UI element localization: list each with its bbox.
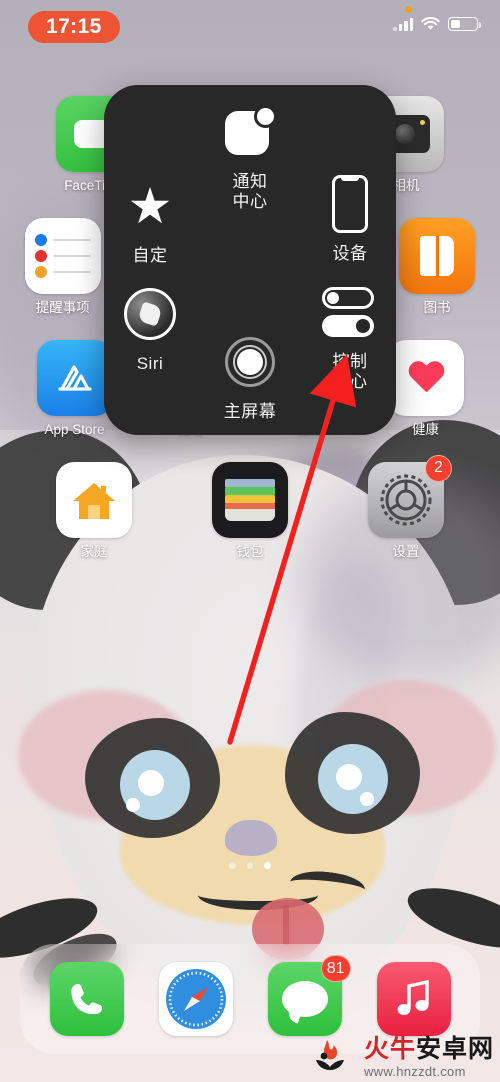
siri-icon [100,283,200,345]
at-label: 设备 [332,244,368,263]
music-icon[interactable] [376,962,451,1036]
at-label-line2: 中心 [232,192,268,212]
battery-icon [448,17,481,31]
app-label: 图书 [423,299,451,315]
page-dot[interactable] [246,862,254,869]
status-bar: 17:15 [0,0,500,56]
wallpaper-glint-right [360,792,374,806]
page-dot-active[interactable] [264,862,271,869]
at-item-notification-center[interactable]: 通知 中心 [200,101,300,212]
app-label: 设置 [392,543,420,559]
watermark: 火牛安卓网 www.hnzzdt.com [311,1036,494,1078]
settings-badge: 2 [425,454,452,482]
wallpaper-pupil-right [336,764,362,790]
at-item-custom[interactable]: ★ 自定 [100,175,200,266]
dock-app-phone[interactable] [37,962,137,1036]
orange-recording-indicator-icon [405,6,412,13]
notification-center-icon [200,101,300,163]
status-bar-right-cluster [393,17,481,31]
cellular-signal-icon [393,17,413,31]
app-label: App Store [44,421,105,437]
watermark-brand-red: 火牛 [363,1034,416,1063]
at-item-home[interactable]: 主屏幕 [200,331,300,422]
reminders-icon[interactable] [24,217,101,294]
app-label: 钱包 [236,543,264,559]
books-icon[interactable] [399,217,476,294]
wallpaper-nose [225,820,277,856]
app-label: 提醒事项 [35,299,90,315]
at-label-line1: 通知 [232,172,268,191]
at-item-device[interactable]: 设备 [300,173,400,264]
watermark-brand-black: 安卓网 [415,1034,494,1063]
safari-icon[interactable] [158,962,233,1036]
control-center-toggles-icon [300,281,400,343]
app-reminders[interactable]: 提醒事项 [16,217,110,316]
at-label-line2: 中心 [332,372,368,392]
home-row: 家庭 钱包 2 设置 [0,454,500,560]
dock-app-music[interactable] [364,962,464,1036]
wallpaper-glint-left [126,798,140,812]
assistive-touch-menu[interactable]: 通知 中心 ★ 自定 设备 Siri 主屏幕 控制 中心 [104,85,396,435]
page-indicator-dots[interactable] [0,862,500,869]
at-item-control-center[interactable]: 控制 中心 [300,281,400,392]
at-item-siri[interactable]: Siri [100,283,200,374]
status-bar-time[interactable]: 17:15 [28,11,120,43]
dock-app-messages[interactable]: 81 [255,955,355,1036]
flame-bull-logo-icon [311,1036,357,1078]
app-books[interactable]: 图书 [390,217,484,316]
app-label: 家庭 [80,543,108,559]
wallpaper-pupil-left [138,770,164,796]
app-wallet[interactable]: 钱包 [200,461,300,560]
phone-icon[interactable] [49,962,124,1036]
app-label: 健康 [412,421,439,437]
device-icon [300,173,400,235]
watermark-text: 火牛安卓网 www.hnzzdt.com [363,1034,494,1079]
wallpaper-tongue-line [283,905,289,945]
dock-app-safari[interactable] [146,962,246,1036]
app-settings[interactable]: 2 设置 [356,454,456,560]
wallet-icon[interactable] [212,461,288,538]
at-label: 主屏幕 [223,402,277,421]
app-home[interactable]: 家庭 [44,461,144,560]
wifi-icon [421,17,440,31]
star-icon: ★ [127,178,173,234]
home-button-icon [200,331,300,393]
at-label: 自定 [132,246,168,265]
watermark-url: www.hnzzdt.com [363,1063,466,1079]
page-dot[interactable] [229,862,236,869]
messages-badge: 81 [320,955,351,982]
at-label-line1: 控制 [332,352,368,371]
at-label: Siri [136,354,164,373]
home-app-icon[interactable] [56,461,132,538]
